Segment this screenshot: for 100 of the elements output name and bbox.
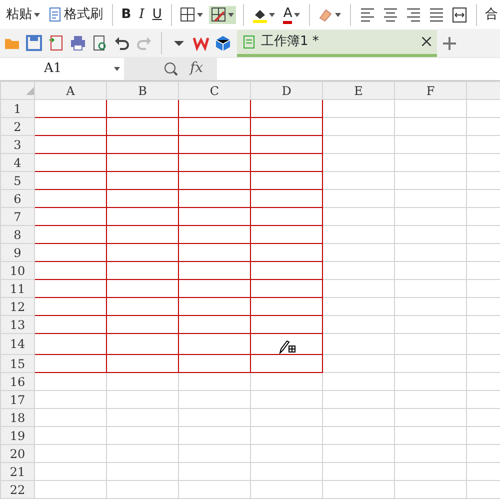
- row-header[interactable]: 14: [0, 334, 34, 354]
- bordered-cell[interactable]: [34, 190, 106, 208]
- bordered-cell[interactable]: [250, 354, 322, 372]
- cell[interactable]: [394, 372, 466, 390]
- print-button[interactable]: [70, 35, 86, 51]
- bordered-cell[interactable]: [178, 244, 250, 262]
- cell[interactable]: [250, 462, 322, 480]
- cell[interactable]: [322, 208, 394, 226]
- cell[interactable]: [178, 480, 250, 498]
- cell[interactable]: [394, 462, 466, 480]
- cell[interactable]: [394, 118, 466, 136]
- cell[interactable]: [394, 280, 466, 298]
- bordered-cell[interactable]: [34, 100, 106, 118]
- cell[interactable]: [250, 372, 322, 390]
- bordered-cell[interactable]: [250, 316, 322, 334]
- cell[interactable]: [250, 426, 322, 444]
- cell[interactable]: [322, 390, 394, 408]
- bordered-cell[interactable]: [250, 208, 322, 226]
- bordered-cell[interactable]: [250, 190, 322, 208]
- cell[interactable]: [394, 208, 466, 226]
- cell[interactable]: [322, 354, 394, 372]
- column-header[interactable]: F: [394, 82, 466, 100]
- cell[interactable]: [394, 154, 466, 172]
- cell[interactable]: [34, 444, 106, 462]
- cell[interactable]: [178, 372, 250, 390]
- paste-button[interactable]: 粘贴: [4, 4, 42, 26]
- row-header[interactable]: 20: [0, 444, 34, 462]
- bordered-cell[interactable]: [178, 298, 250, 316]
- cell[interactable]: [178, 462, 250, 480]
- row-header[interactable]: 5: [0, 172, 34, 190]
- document-tab[interactable]: 工作簿1 *: [237, 30, 437, 56]
- bordered-cell[interactable]: [178, 154, 250, 172]
- cell[interactable]: [106, 426, 178, 444]
- bordered-cell[interactable]: [250, 262, 322, 280]
- cell[interactable]: [394, 316, 466, 334]
- cell[interactable]: [322, 280, 394, 298]
- row-header[interactable]: 3: [0, 136, 34, 154]
- bordered-cell[interactable]: [106, 154, 178, 172]
- bordered-cell[interactable]: [178, 280, 250, 298]
- cell[interactable]: [322, 154, 394, 172]
- bordered-cell[interactable]: [178, 226, 250, 244]
- cell[interactable]: [34, 426, 106, 444]
- cell[interactable]: [394, 480, 466, 498]
- cell[interactable]: [394, 226, 466, 244]
- row-header[interactable]: 17: [0, 390, 34, 408]
- bordered-cell[interactable]: [106, 244, 178, 262]
- cell[interactable]: [394, 426, 466, 444]
- cell[interactable]: [322, 480, 394, 498]
- cell[interactable]: [106, 462, 178, 480]
- cell[interactable]: [394, 334, 466, 354]
- bordered-cell[interactable]: [106, 334, 178, 354]
- bordered-cell[interactable]: [34, 208, 106, 226]
- column-header[interactable]: B: [106, 82, 178, 100]
- row-header[interactable]: 11: [0, 280, 34, 298]
- bordered-cell[interactable]: [34, 298, 106, 316]
- print-preview-button[interactable]: [92, 35, 108, 51]
- bordered-cell[interactable]: [34, 172, 106, 190]
- row-header[interactable]: 13: [0, 316, 34, 334]
- bordered-cell[interactable]: [34, 154, 106, 172]
- bordered-cell[interactable]: [178, 100, 250, 118]
- cell[interactable]: [322, 444, 394, 462]
- bordered-cell[interactable]: [34, 280, 106, 298]
- bordered-cell[interactable]: [178, 118, 250, 136]
- column-header[interactable]: E: [322, 82, 394, 100]
- cell[interactable]: [322, 316, 394, 334]
- column-header[interactable]: A: [34, 82, 106, 100]
- bold-button[interactable]: B: [119, 4, 134, 26]
- row-header[interactable]: 2: [0, 118, 34, 136]
- cell[interactable]: [322, 226, 394, 244]
- cell[interactable]: [322, 172, 394, 190]
- column-header[interactable]: C: [178, 82, 250, 100]
- bordered-cell[interactable]: [178, 136, 250, 154]
- row-header[interactable]: 8: [0, 226, 34, 244]
- row-header[interactable]: 19: [0, 426, 34, 444]
- cell[interactable]: [394, 100, 466, 118]
- bordered-cell[interactable]: [250, 280, 322, 298]
- bordered-cell[interactable]: [34, 136, 106, 154]
- bordered-cell[interactable]: [178, 262, 250, 280]
- cell[interactable]: [34, 390, 106, 408]
- bordered-cell[interactable]: [250, 244, 322, 262]
- bordered-cell[interactable]: [34, 334, 106, 354]
- row-header[interactable]: 16: [0, 372, 34, 390]
- cell[interactable]: [106, 372, 178, 390]
- bordered-cell[interactable]: [106, 172, 178, 190]
- w-logo-button[interactable]: [193, 35, 209, 51]
- column-header[interactable]: D: [250, 82, 322, 100]
- cell[interactable]: [394, 390, 466, 408]
- bordered-cell[interactable]: [250, 136, 322, 154]
- row-header[interactable]: 12: [0, 298, 34, 316]
- bordered-cell[interactable]: [250, 334, 322, 354]
- bordered-cell[interactable]: [34, 244, 106, 262]
- cell[interactable]: [34, 462, 106, 480]
- cube-button[interactable]: [215, 35, 231, 51]
- italic-button[interactable]: I: [137, 4, 146, 26]
- row-header[interactable]: 15: [0, 354, 34, 372]
- underline-button[interactable]: U: [150, 4, 164, 26]
- cell[interactable]: [394, 244, 466, 262]
- bordered-cell[interactable]: [178, 354, 250, 372]
- format-painter-button[interactable]: 格式刷: [46, 4, 105, 26]
- bordered-cell[interactable]: [34, 118, 106, 136]
